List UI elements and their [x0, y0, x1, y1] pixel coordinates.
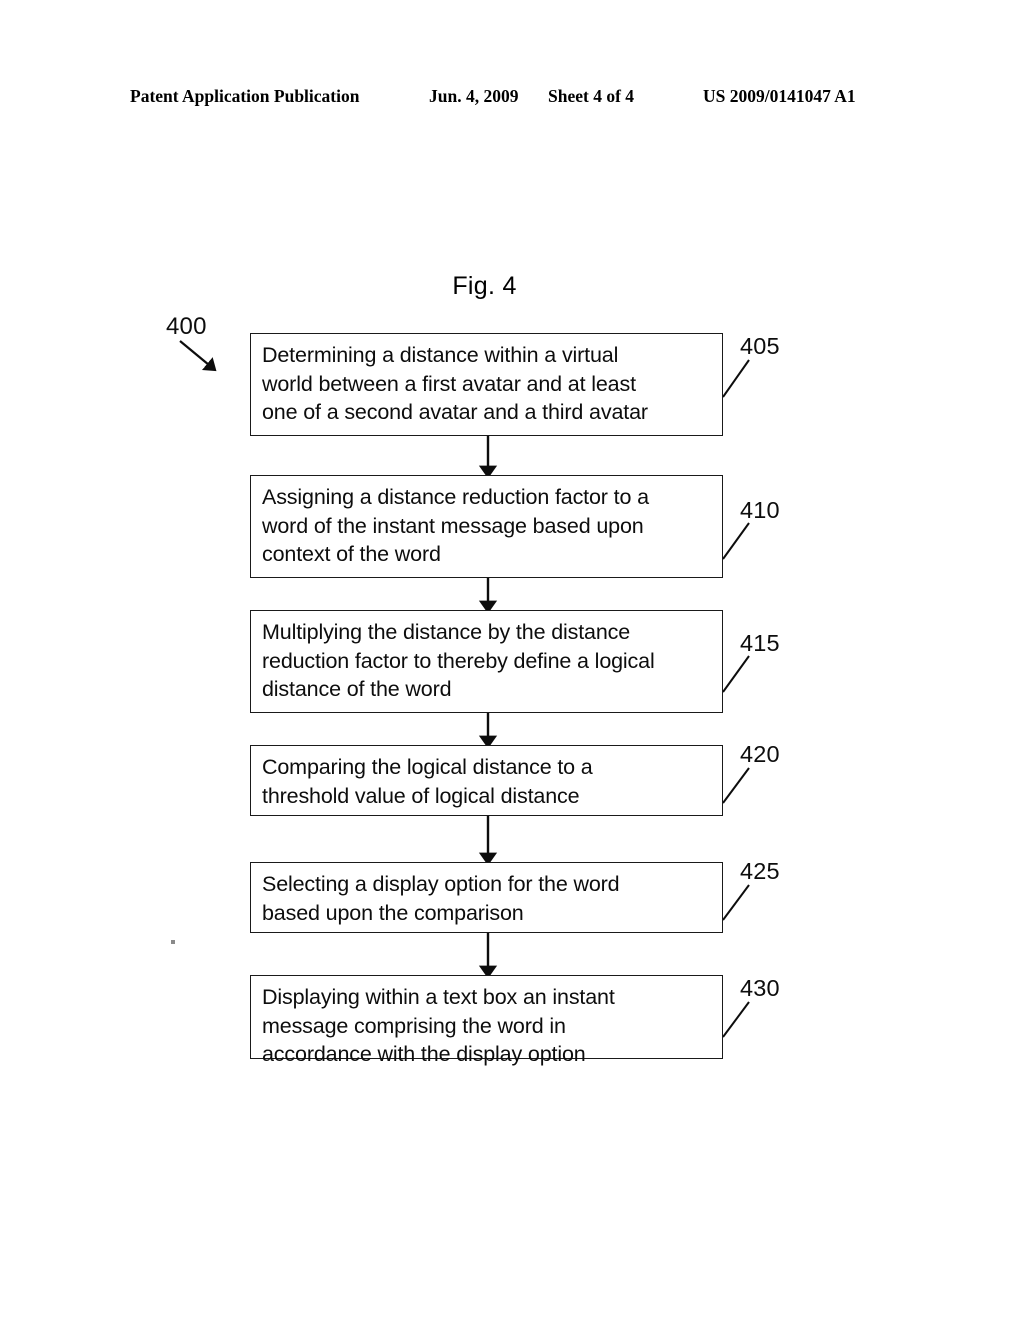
process-box-405-text: Determining a distance within a virtual …: [262, 343, 648, 424]
process-box-420-text: Comparing the logical distance to a thre…: [262, 755, 593, 808]
reference-numeral-405: 405: [740, 333, 780, 359]
process-box-430: Displaying within a text box an instant …: [250, 975, 723, 1066]
diagram-reference-arrow: [179, 340, 217, 372]
leader-line-420: [722, 767, 750, 804]
process-box-430-text: Displaying within a text box an instant …: [262, 985, 615, 1066]
leader-line-425: [722, 884, 750, 921]
leader-line-405: [722, 359, 750, 398]
leader-line-415: [722, 655, 750, 693]
reference-numeral-410: 410: [740, 497, 780, 523]
reference-numeral-430: 430: [740, 975, 780, 1001]
process-box-410: Assigning a distance reduction factor to…: [250, 475, 723, 578]
process-box-425-text: Selecting a display option for the word …: [262, 872, 620, 925]
process-box-415: Multiplying the distance by the distance…: [250, 610, 723, 713]
reference-numeral-420: 420: [740, 741, 780, 767]
process-box-415-text: Multiplying the distance by the distance…: [262, 620, 655, 701]
reference-numeral-415: 415: [740, 630, 780, 656]
reference-numeral-425: 425: [740, 858, 780, 884]
reference-leader-group: [722, 359, 750, 1038]
leader-line-430: [722, 1001, 750, 1038]
process-box-420: Comparing the logical distance to a thre…: [250, 745, 723, 816]
process-box-410-text: Assigning a distance reduction factor to…: [262, 485, 649, 566]
process-box-405: Determining a distance within a virtual …: [250, 333, 723, 436]
process-box-425: Selecting a display option for the word …: [250, 862, 723, 933]
scan-artifact-speck: [171, 940, 175, 944]
reference-numeral-400: 400: [166, 313, 207, 340]
leader-line-410: [722, 522, 750, 560]
